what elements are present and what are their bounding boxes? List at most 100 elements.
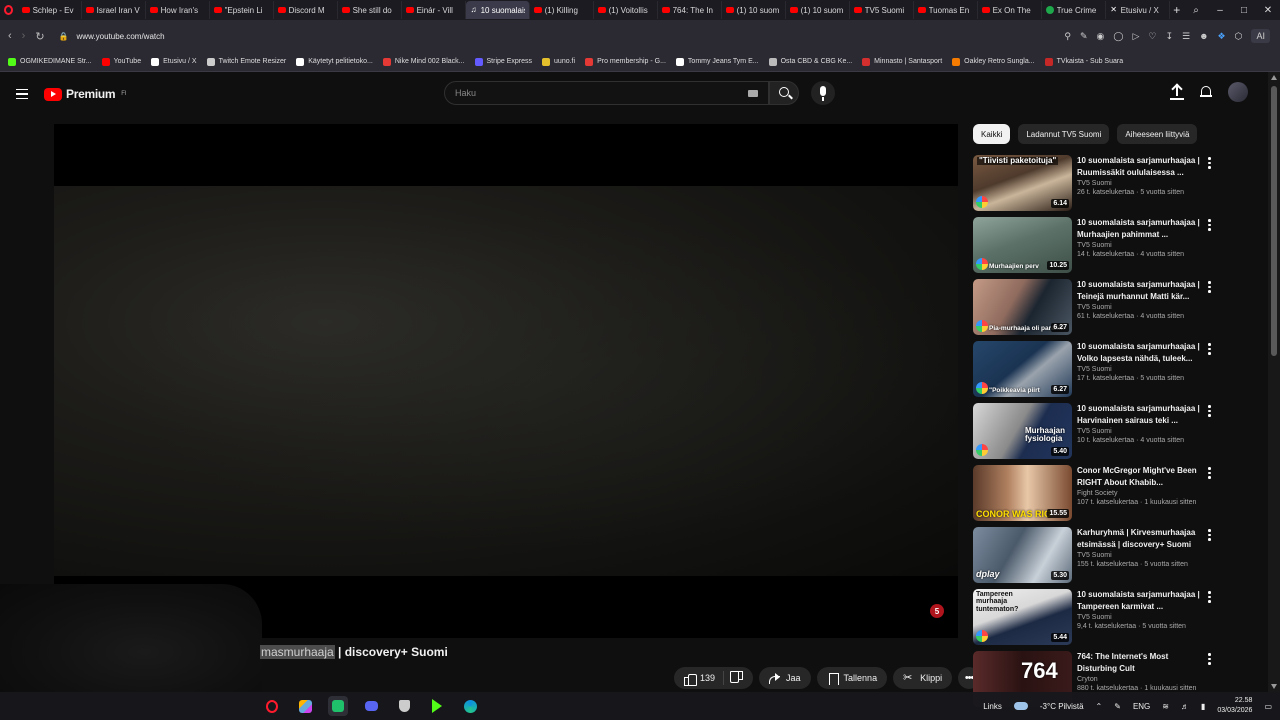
browser-tab[interactable]: Schlep - Ev bbox=[18, 1, 82, 19]
voice-search-icon[interactable] bbox=[811, 81, 835, 105]
bookmark-item[interactable]: Osta CBD & CBG Ke... bbox=[768, 57, 852, 66]
related-video-item[interactable]: "Tiivisti paketoituja" 6.14 10 suomalaista… bbox=[973, 155, 1218, 217]
browser-tab[interactable]: Ex On The bbox=[978, 1, 1042, 19]
bookmark-item[interactable]: Twitch Emote Resizer bbox=[206, 57, 286, 66]
bookmark-item[interactable]: TVkaista - Sub Suara bbox=[1044, 57, 1123, 66]
bookmark-item[interactable]: Etusivu / X bbox=[151, 57, 197, 66]
edit-icon[interactable]: ✎ bbox=[1080, 31, 1088, 42]
video-thumbnail[interactable]: CONOR WAS RIG 15.55 bbox=[973, 465, 1072, 521]
play-icon[interactable]: ▷ bbox=[1132, 31, 1139, 42]
like-button[interactable]: 139 bbox=[674, 671, 725, 686]
channel-name[interactable]: TV5 Suomi bbox=[1077, 180, 1202, 187]
youtube-premium-logo[interactable]: Premium FI bbox=[44, 87, 127, 101]
cube-icon[interactable]: ⬡ bbox=[1235, 31, 1243, 42]
clock[interactable]: 22.58 03/03/2026 bbox=[1217, 696, 1252, 716]
more-options-icon[interactable] bbox=[1208, 653, 1212, 665]
browser-tab[interactable]: (1) Killing bbox=[530, 1, 594, 19]
notifications-bell-icon[interactable] bbox=[1200, 85, 1212, 99]
browser-tab[interactable]: "Epstein Li bbox=[210, 1, 274, 19]
filter-chip[interactable]: Kaikki bbox=[973, 124, 1011, 144]
keyboard-icon[interactable] bbox=[748, 90, 758, 97]
related-video-item[interactable]: dplay 5.30 Karhuryhmä | Kirvesmurhaajaa et… bbox=[973, 527, 1218, 589]
search-input[interactable]: Haku bbox=[444, 81, 769, 105]
browser-tab[interactable]: TV5 Suomi bbox=[850, 1, 914, 19]
bookmark-item[interactable]: Minnasto | Santasport bbox=[862, 57, 942, 66]
language-indicator[interactable]: ENG bbox=[1133, 702, 1150, 711]
back-icon[interactable]: ‹ bbox=[8, 30, 12, 43]
bookmark-item[interactable]: Käytetyt pelitietoko... bbox=[296, 57, 373, 66]
video-thumbnail[interactable]: Tampereen murhaaja tuntematon? 5.44 bbox=[973, 589, 1072, 645]
stack-app-icon[interactable] bbox=[295, 696, 315, 716]
green-app-icon[interactable] bbox=[328, 696, 348, 716]
maximize-button[interactable]: □ bbox=[1232, 5, 1256, 16]
channel-name[interactable]: TV5 Suomi bbox=[1077, 242, 1202, 249]
related-video-title[interactable]: 764: The Internet's Most Disturbing Cult bbox=[1077, 651, 1202, 674]
related-video-item[interactable]: Murhaajan fysiologia 5.40 10 suomalaista s… bbox=[973, 403, 1218, 465]
channel-name[interactable]: TV5 Suomi bbox=[1077, 304, 1202, 311]
video-frame[interactable] bbox=[54, 186, 958, 576]
channel-name[interactable]: TV5 Suomi bbox=[1077, 614, 1202, 621]
browser-tab[interactable]: ♫10 suomalaista bbox=[465, 1, 530, 19]
filter-chip[interactable]: Aiheeseen liittyviä bbox=[1117, 124, 1198, 144]
save-button[interactable]: Tallenna bbox=[816, 667, 888, 689]
volume-icon[interactable]: ♬ bbox=[1181, 702, 1189, 711]
opera-menu-icon[interactable] bbox=[0, 0, 18, 20]
search-tabs-icon[interactable]: ⌕ bbox=[1184, 5, 1208, 16]
video-thumbnail[interactable]: Murhaajien perv 10.25 bbox=[973, 217, 1072, 273]
video-thumbnail[interactable]: Murhaajan fysiologia 5.40 bbox=[973, 403, 1072, 459]
edge-icon[interactable] bbox=[460, 696, 480, 716]
upload-icon[interactable] bbox=[1170, 83, 1184, 100]
scroll-down-arrow[interactable] bbox=[1271, 684, 1277, 689]
browser-tab[interactable]: She still do bbox=[338, 1, 402, 19]
related-video-title[interactable]: 10 suomalaista sarjamurhaajaa | Ruumissä… bbox=[1077, 155, 1202, 178]
related-video-item[interactable]: Pia-murhaaja oli parafiili 6.27 10 suomala… bbox=[973, 279, 1218, 341]
shield-icon[interactable]: ◯ bbox=[1113, 31, 1123, 42]
clip-button[interactable]: Klippi bbox=[893, 667, 953, 689]
share-button[interactable]: Jaa bbox=[759, 667, 811, 689]
avatar[interactable] bbox=[1228, 82, 1248, 102]
bookmark-item[interactable]: Tommy Jeans Tym E... bbox=[675, 57, 759, 66]
browser-tab[interactable]: Einár - Vill bbox=[402, 1, 466, 19]
forward-icon[interactable]: › bbox=[22, 30, 26, 43]
menu-icon[interactable]: ☰ bbox=[1182, 31, 1190, 42]
browser-tab[interactable]: ✕ Etusivu / X bbox=[1106, 1, 1170, 19]
more-options-icon[interactable] bbox=[1208, 467, 1212, 479]
channel-name[interactable]: TV5 Suomi bbox=[1077, 552, 1202, 559]
minimize-button[interactable]: – bbox=[1208, 5, 1232, 16]
more-options-icon[interactable] bbox=[1208, 219, 1212, 231]
related-video-title[interactable]: 10 suomalaista sarjamurhaajaa | Harvinai… bbox=[1077, 403, 1202, 426]
video-thumbnail[interactable]: "Tiivisti paketoituja" 6.14 bbox=[973, 155, 1072, 211]
channel-name[interactable]: Fight Society bbox=[1077, 490, 1202, 497]
download-icon[interactable]: ↧ bbox=[1165, 31, 1173, 42]
ai-button[interactable]: AI bbox=[1251, 29, 1270, 43]
weather-text[interactable]: -3°C Pilvistä bbox=[1040, 702, 1084, 711]
browser-tab[interactable]: How Iran's bbox=[146, 1, 210, 19]
url-field[interactable]: www.youtube.com/watch bbox=[77, 32, 165, 41]
browser-tab[interactable]: (1) Voitollis bbox=[594, 1, 658, 19]
more-options-icon[interactable] bbox=[1208, 157, 1212, 169]
more-options-icon[interactable] bbox=[1208, 405, 1212, 417]
browser-tab[interactable]: True Crime bbox=[1042, 1, 1106, 19]
related-video-item[interactable]: "Poikkeavia piirt 6.27 10 suomalaista sarj… bbox=[973, 341, 1218, 403]
dislike-button[interactable] bbox=[724, 673, 753, 684]
bookmark-item[interactable]: uuno.fi bbox=[542, 57, 575, 66]
related-video-title[interactable]: 10 suomalaista sarjamurhaajaa | Tamperee… bbox=[1077, 589, 1202, 612]
search-button[interactable] bbox=[769, 81, 799, 105]
tray-chevron-icon[interactable]: ⌃ bbox=[1096, 702, 1103, 711]
filter-chip[interactable]: Ladannut TV5 Suomi bbox=[1018, 124, 1110, 144]
new-tab-button[interactable]: + bbox=[1170, 3, 1184, 17]
bookmark-item[interactable]: OGMIKEDIMANE Str... bbox=[8, 57, 92, 66]
browser-tab[interactable]: Discord M bbox=[274, 1, 338, 19]
browser-tab[interactable]: (1) 10 suom bbox=[786, 1, 850, 19]
related-video-item[interactable]: Tampereen murhaaja tuntematon? 5.44 10 suo… bbox=[973, 589, 1218, 651]
discord-icon[interactable] bbox=[361, 696, 381, 716]
battery-icon[interactable]: ▮ bbox=[1201, 702, 1205, 711]
related-video-title[interactable]: 10 suomalaista sarjamurhaajaa | Volko la… bbox=[1077, 341, 1202, 364]
browser-tab[interactable]: 764: The In bbox=[658, 1, 722, 19]
video-player[interactable]: 5 bbox=[54, 124, 958, 638]
video-thumbnail[interactable]: "Poikkeavia piirt 6.27 bbox=[973, 341, 1072, 397]
opera-app-icon[interactable] bbox=[262, 696, 282, 716]
camera-icon[interactable]: ◉ bbox=[1097, 31, 1105, 42]
related-video-item[interactable]: CONOR WAS RIG 15.55 Conor McGregor Might'v… bbox=[973, 465, 1218, 527]
related-video-title[interactable]: Karhuryhmä | Kirvesmurhaajaa etsimässä |… bbox=[1077, 527, 1202, 550]
